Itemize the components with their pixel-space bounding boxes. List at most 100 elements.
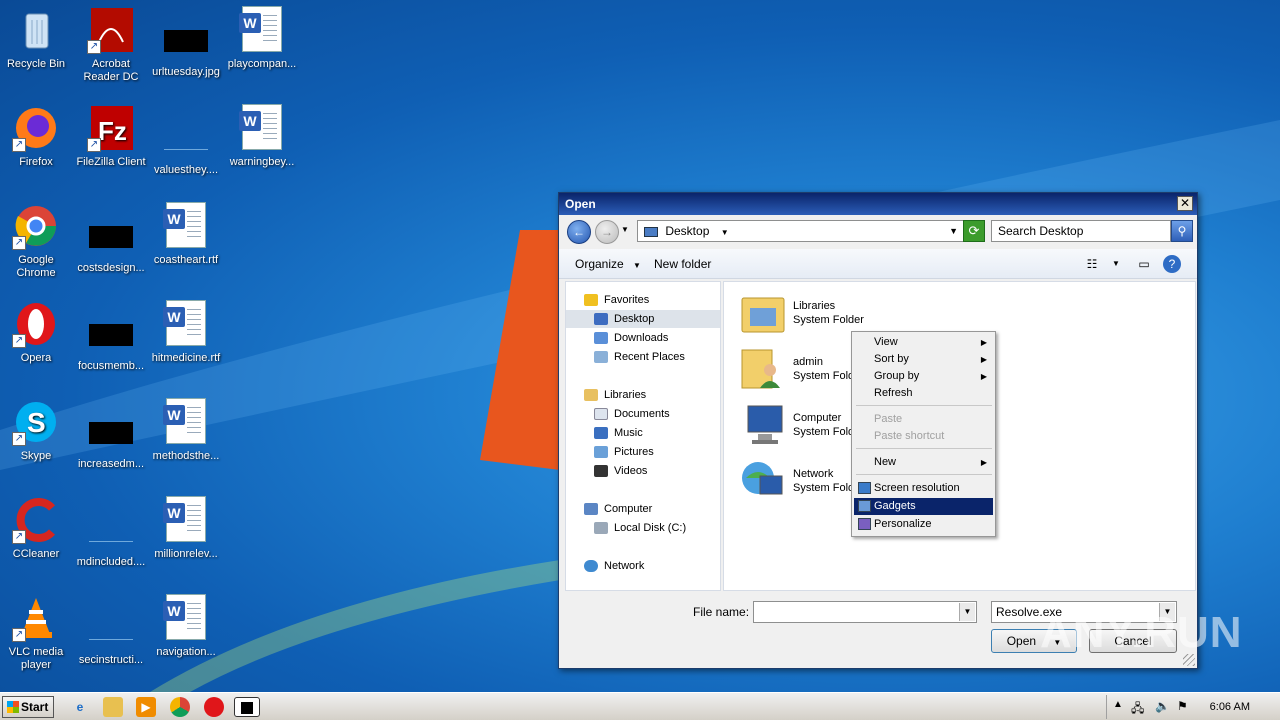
nav-label: Documents — [614, 408, 670, 420]
desktop-icon-firefox[interactable]: ↗ Firefox — [0, 104, 74, 169]
desktop-icon-label: costsdesign... — [77, 262, 145, 274]
file-item-type: System Fold — [793, 370, 855, 382]
internet-explorer-icon[interactable]: e — [70, 697, 90, 717]
desktop-icon-focusmemb[interactable]: focusmemb... — [73, 300, 149, 373]
file-name-dropdown-icon[interactable]: ▼ — [959, 603, 975, 621]
file-item-name: Network — [793, 468, 834, 480]
nav-music[interactable]: Music — [566, 424, 720, 442]
desktop-icon-vlc[interactable]: ↗ VLC media player — [0, 594, 74, 672]
action-center-flag-icon[interactable]: ⚑ — [1177, 699, 1188, 713]
dialog-titlebar[interactable]: Open ✕ — [559, 193, 1197, 215]
command-toolbar: Organize ▼ New folder ☷ ▼ ▭ ? — [559, 249, 1197, 279]
svg-text:S: S — [27, 407, 46, 438]
image-thumbnail-icon — [164, 30, 208, 52]
desktop-icon-costsdesign[interactable]: costsdesign... — [73, 202, 149, 275]
menu-item-new[interactable]: New ▶ — [854, 454, 993, 471]
search-input[interactable]: Search Desktop — [991, 220, 1171, 242]
nav-local-disk[interactable]: Local Disk (C:) — [566, 519, 720, 537]
submenu-arrow-icon: ▶ — [980, 458, 987, 467]
nav-pictures[interactable]: Pictures — [566, 443, 720, 461]
breadcrumb-chevron-icon[interactable]: ▼ — [721, 228, 729, 237]
organize-button[interactable]: Organize ▼ — [575, 257, 641, 271]
new-folder-button[interactable]: New folder — [654, 257, 711, 271]
menu-item-group-by[interactable]: Group by ▶ — [854, 368, 993, 385]
file-item-type: System Folder — [793, 314, 864, 326]
help-icon[interactable]: ? — [1163, 255, 1181, 273]
desktop-icon-label: secinstructi... — [78, 654, 144, 666]
chrome-icon: ↗ — [12, 202, 60, 250]
show-hidden-icons-icon[interactable]: ▲ — [1113, 699, 1123, 710]
desktop-icon-warningbey[interactable]: W warningbey... — [224, 104, 300, 169]
submenu-arrow-icon: ▶ — [980, 372, 987, 381]
menu-item-sort-by[interactable]: Sort by ▶ — [854, 351, 993, 368]
close-button[interactable]: ✕ — [1177, 196, 1193, 211]
nav-desktop[interactable]: Desktop — [566, 310, 720, 328]
address-dropdown-icon[interactable]: ▼ — [949, 221, 958, 241]
desktop-icon-coastheart[interactable]: W coastheart.rtf — [148, 202, 224, 267]
app-taskbar-icon[interactable] — [234, 697, 260, 717]
nav-documents[interactable]: Documents — [566, 405, 720, 423]
nav-label: Favorites — [604, 294, 650, 306]
desktop-icon-valuesthey[interactable]: valuesthey.... — [148, 104, 224, 177]
desktop-icon-urltuesday[interactable]: urltuesday.jpg — [148, 6, 224, 79]
desktop-icon-ccleaner[interactable]: ↗ CCleaner — [0, 496, 74, 561]
network-tray-icon[interactable]: 🖧 — [1131, 699, 1144, 720]
nav-network[interactable]: Network — [566, 557, 720, 575]
desktop-icon-secinstructi[interactable]: secinstructi... — [73, 594, 149, 667]
volume-icon[interactable]: 🔈 — [1155, 699, 1170, 713]
start-button[interactable]: Start — [2, 696, 54, 718]
nav-videos[interactable]: Videos — [566, 462, 720, 480]
desktop-icon-hitmedicine[interactable]: W hitmedicine.rtf — [148, 300, 224, 365]
file-explorer-icon[interactable] — [103, 697, 123, 717]
desktop-icon-chrome[interactable]: ↗ Google Chrome — [0, 202, 74, 280]
desktop-icon-increasedm[interactable]: increasedm... — [73, 398, 149, 471]
forward-button[interactable]: → — [595, 220, 619, 244]
nav-favorites[interactable]: Favorites — [566, 291, 720, 309]
preview-pane-icon[interactable]: ▭ — [1135, 255, 1153, 273]
desktop-icon-label: focusmemb... — [77, 360, 145, 372]
clock[interactable]: 6:06 AM — [1210, 701, 1250, 713]
desktop-icon-skype[interactable]: S ↗ Skype — [0, 398, 74, 463]
network-icon — [584, 560, 598, 573]
desktop-icon-millionrelev[interactable]: W millionrelev... — [148, 496, 224, 561]
desktop-icon-methodsthe[interactable]: W methodsthe... — [148, 398, 224, 463]
address-bar[interactable]: Desktop ▼ ▼ — [637, 220, 965, 242]
personalize-icon — [858, 518, 871, 530]
search-button[interactable]: ⚲ — [1171, 220, 1193, 242]
refresh-icon: ⟳ — [968, 223, 980, 238]
media-player-icon[interactable]: ▶ — [136, 697, 156, 717]
desktop-icon-mdincluded[interactable]: mdincluded.... — [73, 496, 149, 569]
view-options-icon[interactable]: ☷ — [1083, 255, 1101, 273]
word-document-icon: W — [162, 398, 210, 446]
menu-item-gadgets[interactable]: Gadgets — [854, 498, 993, 515]
view-dropdown-icon[interactable]: ▼ — [1107, 255, 1125, 273]
chrome-taskbar-icon[interactable] — [170, 697, 190, 717]
desktop-icon-navigation[interactable]: W navigation... — [148, 594, 224, 659]
desktop-icon-recycle-bin[interactable]: Recycle Bin — [0, 6, 74, 71]
back-button[interactable]: ← — [567, 220, 591, 244]
nav-libraries[interactable]: Libraries — [566, 386, 720, 404]
word-document-icon: W — [162, 594, 210, 642]
nav-recent-places[interactable]: Recent Places — [566, 348, 720, 366]
desktop-icon-acrobat[interactable]: ↗ Acrobat Reader DC — [73, 6, 149, 84]
menu-item-view[interactable]: View ▶ — [854, 334, 993, 351]
menu-item-refresh[interactable]: Refresh — [854, 385, 993, 402]
nav-downloads[interactable]: Downloads — [566, 329, 720, 347]
opera-icon: ↗ — [12, 300, 60, 348]
file-thumbnail-icon — [89, 226, 133, 248]
desktop-icon-opera[interactable]: ↗ Opera — [0, 300, 74, 365]
refresh-button[interactable]: ⟳ — [963, 220, 985, 242]
file-name-input[interactable]: ▼ — [753, 601, 977, 623]
desktop-icon-label: valuesthey.... — [154, 164, 218, 176]
libraries-icon — [584, 389, 598, 402]
vlc-cone-icon: ↗ — [12, 594, 60, 642]
nav-computer[interactable]: Computer — [566, 500, 720, 518]
desktop-icon-playcompan[interactable]: W playcompan... — [224, 6, 300, 71]
opera-taskbar-icon[interactable] — [204, 697, 224, 717]
menu-item-personalize[interactable]: Personalize — [854, 516, 993, 533]
recent-locations-chevron-icon[interactable]: ▼ — [621, 225, 629, 234]
pictures-icon — [594, 446, 608, 459]
shortcut-arrow-icon: ↗ — [12, 530, 26, 544]
desktop-icon-filezilla[interactable]: Fz ↗ FileZilla Client — [73, 104, 149, 169]
menu-item-screen-resolution[interactable]: Screen resolution — [854, 480, 993, 497]
